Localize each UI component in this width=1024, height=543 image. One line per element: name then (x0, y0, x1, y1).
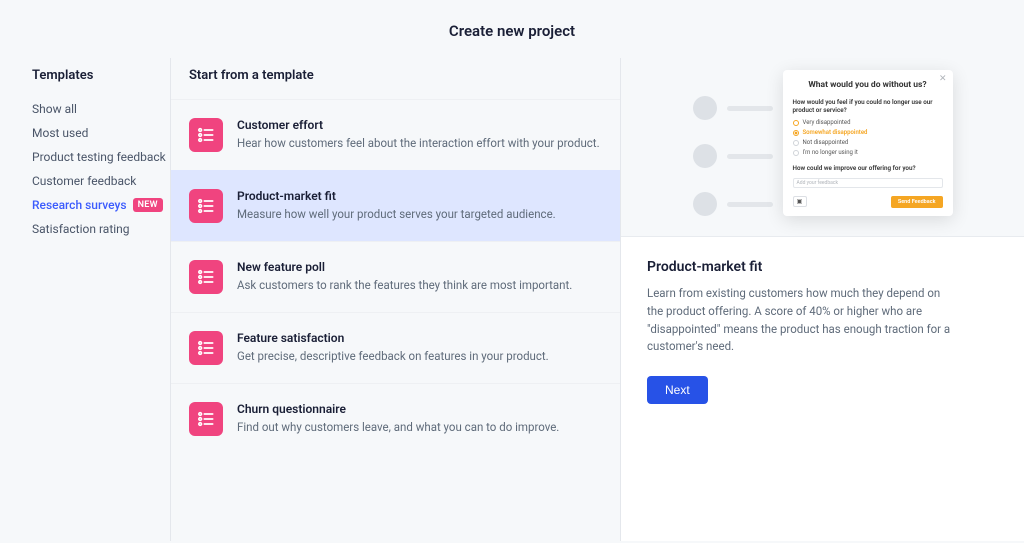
sidebar-item-satisfaction-rating[interactable]: Satisfaction rating (32, 217, 170, 241)
sidebar-item-show-all[interactable]: Show all (32, 97, 170, 121)
list-icon (189, 189, 223, 223)
survey-option-selected: Somewhat disappointed (793, 129, 943, 136)
sidebar-item-most-used[interactable]: Most used (32, 121, 170, 145)
detail-body: Product-market fit Learn from existing c… (621, 236, 1024, 541)
detail-panel: ✕ What would you do without us? How woul… (620, 58, 1024, 541)
list-icon (189, 402, 223, 436)
template-title: Feature satisfaction (237, 331, 602, 345)
template-title: Customer effort (237, 118, 602, 132)
skeleton-rows (693, 96, 773, 216)
template-customer-effort[interactable]: Customer effort Hear how customers feel … (171, 99, 620, 170)
sidebar-item-research-surveys[interactable]: Research surveys NEW (32, 193, 170, 217)
template-title: Product-market fit (237, 189, 602, 203)
list-icon (189, 331, 223, 365)
sidebar-item-product-testing[interactable]: Product testing feedback (32, 145, 170, 169)
survey-title: What would you do without us? (793, 80, 943, 90)
camera-icon: ▣ (793, 196, 807, 207)
templates-heading: Start from a template (171, 68, 620, 99)
survey-question-1: How would you feel if you could no longe… (793, 98, 943, 114)
survey-preview-card: ✕ What would you do without us? How woul… (783, 70, 953, 216)
skeleton-row (693, 144, 773, 168)
template-product-market-fit[interactable]: Product-market fit Measure how well your… (171, 170, 620, 241)
template-desc: Hear how customers feel about the intera… (237, 135, 602, 151)
page-title: Create new project (0, 0, 1024, 58)
new-badge: NEW (133, 198, 163, 212)
template-feature-satisfaction[interactable]: Feature satisfaction Get precise, descri… (171, 312, 620, 383)
detail-title: Product-market fit (647, 259, 998, 275)
survey-option: Not disappointed (793, 139, 943, 146)
send-feedback-button: Send Feedback (891, 196, 943, 208)
skeleton-row (693, 96, 773, 120)
list-icon (189, 118, 223, 152)
sidebar-item-customer-feedback[interactable]: Customer feedback (32, 169, 170, 193)
template-desc: Get precise, descriptive feedback on fea… (237, 348, 602, 364)
survey-option: I'm no longer using it (793, 149, 943, 156)
next-button[interactable]: Next (647, 376, 708, 404)
template-churn-questionnaire[interactable]: Churn questionnaire Find out why custome… (171, 383, 620, 454)
sidebar-heading: Templates (32, 68, 170, 83)
preview-area: ✕ What would you do without us? How woul… (621, 58, 1024, 236)
template-desc: Ask customers to rank the features they … (237, 277, 602, 293)
survey-option: Very disappointed (793, 119, 943, 126)
list-icon (189, 260, 223, 294)
close-icon: ✕ (939, 74, 947, 84)
skeleton-row (693, 192, 773, 216)
survey-question-2: How could we improve our offering for yo… (793, 164, 943, 172)
sidebar: Templates Show all Most used Product tes… (0, 58, 170, 541)
survey-text-input: Add your feedback (793, 178, 943, 188)
detail-description: Learn from existing customers how much t… (647, 285, 957, 356)
template-new-feature-poll[interactable]: New feature poll Ask customers to rank t… (171, 241, 620, 312)
template-title: New feature poll (237, 260, 602, 274)
template-desc: Measure how well your product serves you… (237, 206, 602, 222)
template-desc: Find out why customers leave, and what y… (237, 419, 602, 435)
template-list: Start from a template Customer effort He… (170, 58, 620, 541)
template-title: Churn questionnaire (237, 402, 602, 416)
